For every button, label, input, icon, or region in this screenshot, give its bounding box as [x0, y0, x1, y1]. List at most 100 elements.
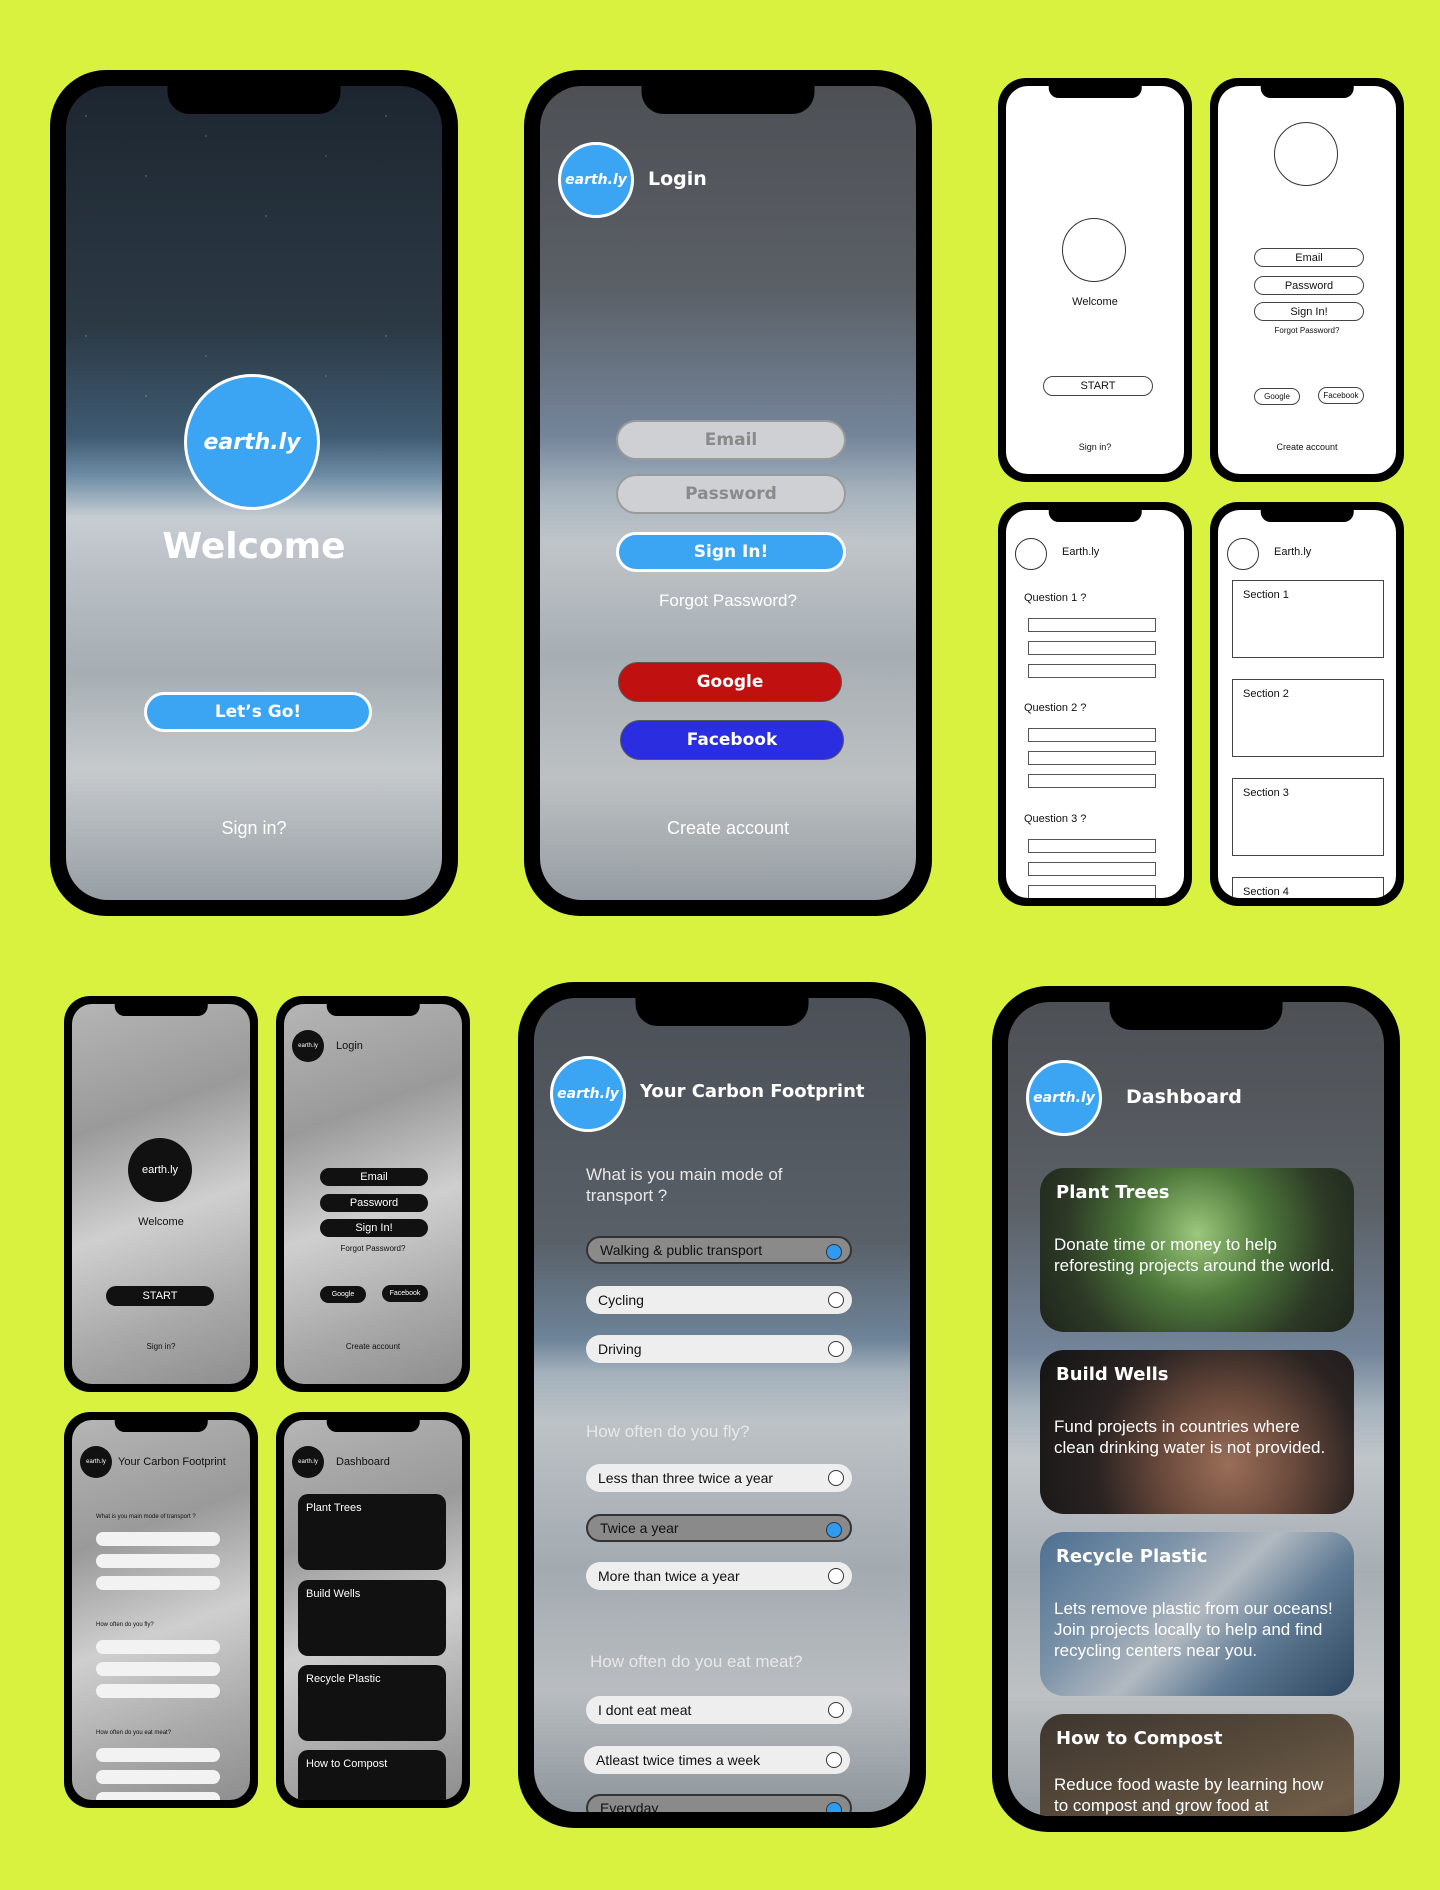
facebook-button[interactable]: Facebook	[1318, 387, 1364, 404]
answer-option[interactable]	[96, 1684, 220, 1698]
start-button[interactable]: START	[106, 1286, 214, 1306]
section-label: Section 4	[1243, 886, 1289, 898]
card-title: Recycle Plastic	[306, 1673, 381, 1685]
question-3: Question 3 ?	[1024, 813, 1087, 825]
notch	[641, 86, 815, 114]
forgot-password-link[interactable]: Forgot Password?	[284, 1244, 462, 1253]
radio[interactable]	[828, 1702, 844, 1718]
option-meat-everyday[interactable]: Everyday	[586, 1794, 852, 1812]
answer-option[interactable]	[96, 1576, 220, 1590]
sign-in-button[interactable]: Sign In!	[320, 1219, 428, 1237]
answer-field[interactable]	[1028, 774, 1156, 788]
radio[interactable]	[828, 1341, 844, 1357]
option-driving[interactable]: Driving	[586, 1335, 852, 1363]
radio[interactable]	[828, 1470, 844, 1486]
wire-phone-login: Email Password Sign In! Forgot Password?…	[1210, 78, 1404, 482]
answer-field[interactable]	[1028, 862, 1156, 876]
dashboard-card[interactable]: Recycle Plastic	[298, 1665, 446, 1741]
logo-placeholder	[1227, 538, 1259, 570]
create-account-link[interactable]: Create account	[284, 1342, 462, 1351]
option-label: Twice a year	[600, 1520, 679, 1536]
answer-option[interactable]	[96, 1532, 220, 1546]
card-title: Plant Trees	[306, 1502, 362, 1514]
logo: earth.ly	[184, 374, 320, 510]
card-compost[interactable]: How to Compost Reduce food waste by lear…	[1040, 1714, 1354, 1816]
email-field[interactable]: Email	[616, 420, 846, 460]
sign-in-link[interactable]: Sign in?	[66, 818, 442, 839]
create-account-link[interactable]: Create account	[540, 818, 916, 839]
answer-field[interactable]	[1028, 728, 1156, 742]
answer-field[interactable]	[1028, 618, 1156, 632]
card-plant-trees[interactable]: Plant Trees Donate time or money to help…	[1040, 1168, 1354, 1332]
option-meat-weekly[interactable]: Atleast twice times a week	[584, 1746, 850, 1774]
login-screen: earth.ly Login Email Password Sign In! F…	[540, 86, 916, 900]
option-label: Everyday	[600, 1800, 659, 1812]
answer-field[interactable]	[1028, 664, 1156, 678]
sign-in-button[interactable]: Sign In!	[616, 532, 846, 572]
radio[interactable]	[826, 1752, 842, 1768]
question-2: Question 2 ?	[1024, 702, 1087, 714]
logo: earth.ly	[128, 1138, 192, 1202]
password-field[interactable]: Password	[616, 474, 846, 514]
answer-option[interactable]	[96, 1554, 220, 1568]
radio-selected[interactable]	[826, 1802, 842, 1812]
notch	[635, 998, 809, 1026]
lets-go-button[interactable]: Let’s Go!	[144, 692, 372, 732]
answer-field[interactable]	[1028, 885, 1156, 898]
sign-in-link[interactable]: Sign in?	[72, 1342, 250, 1351]
email-field[interactable]: Email	[320, 1168, 428, 1186]
sign-in-button[interactable]: Sign In!	[1254, 302, 1364, 321]
sign-in-link[interactable]: Sign in?	[1006, 442, 1184, 452]
option-cycling[interactable]: Cycling	[586, 1286, 852, 1314]
section-card[interactable]: Section 2	[1232, 679, 1384, 757]
answer-field[interactable]	[1028, 751, 1156, 765]
dashboard-card[interactable]: How to Compost	[298, 1750, 446, 1800]
answer-option[interactable]	[96, 1662, 220, 1676]
facebook-button[interactable]: Facebook	[382, 1285, 428, 1302]
forgot-password-link[interactable]: Forgot Password?	[1218, 326, 1396, 335]
section-card[interactable]: Section 3	[1232, 778, 1384, 856]
radio-selected[interactable]	[826, 1522, 842, 1538]
option-no-meat[interactable]: I dont eat meat	[586, 1696, 852, 1724]
answer-option[interactable]	[96, 1748, 220, 1762]
logo-placeholder	[1274, 122, 1338, 186]
email-field[interactable]: Email	[1254, 248, 1364, 267]
section-card[interactable]: Section 4	[1232, 877, 1384, 898]
option-fly-less[interactable]: Less than three twice a year	[586, 1464, 852, 1492]
google-button[interactable]: Google	[618, 662, 842, 702]
option-fly-more[interactable]: More than twice a year	[586, 1562, 852, 1590]
facebook-button[interactable]: Facebook	[620, 720, 844, 760]
card-build-wells[interactable]: Build Wells Fund projects in countries w…	[1040, 1350, 1354, 1514]
start-button[interactable]: START	[1043, 376, 1153, 396]
option-walking[interactable]: Walking & public transport	[586, 1236, 852, 1264]
radio-selected[interactable]	[826, 1244, 842, 1260]
create-account-link[interactable]: Create account	[1218, 442, 1396, 452]
password-field[interactable]: Password	[1254, 276, 1364, 295]
logo: earth.ly	[558, 142, 634, 218]
radio[interactable]	[828, 1292, 844, 1308]
google-button[interactable]: Google	[1254, 388, 1300, 405]
card-title: Plant Trees	[1056, 1182, 1170, 1203]
answer-field[interactable]	[1028, 641, 1156, 655]
option-fly-twice[interactable]: Twice a year	[586, 1514, 852, 1542]
app-title: Earth.ly	[1274, 546, 1312, 558]
card-recycle-plastic[interactable]: Recycle Plastic Lets remove plastic from…	[1040, 1532, 1354, 1696]
section-card[interactable]: Section 1	[1232, 580, 1384, 658]
phone-welcome: earth.ly Welcome Let’s Go! Sign in?	[50, 70, 458, 916]
password-field[interactable]: Password	[320, 1194, 428, 1212]
forgot-password-link[interactable]: Forgot Password?	[540, 591, 916, 611]
option-label: Cycling	[598, 1292, 644, 1308]
question-meat: How often do you eat meat?	[590, 1652, 803, 1671]
answer-option[interactable]	[96, 1770, 220, 1784]
wire-welcome-screen: Welcome START Sign in?	[1006, 86, 1184, 474]
radio[interactable]	[828, 1568, 844, 1584]
answer-field[interactable]	[1028, 839, 1156, 853]
dashboard-card[interactable]: Build Wells	[298, 1580, 446, 1656]
dashboard-card[interactable]: Plant Trees	[298, 1494, 446, 1570]
answer-option[interactable]	[96, 1640, 220, 1654]
gray-quiz-screen: earth.ly Your Carbon Footprint What is y…	[72, 1420, 250, 1800]
google-button[interactable]: Google	[320, 1286, 366, 1303]
login-title: Login	[336, 1040, 363, 1052]
wire-quiz-screen: Earth.ly Question 1 ? Question 2 ? Quest…	[1006, 510, 1184, 898]
answer-option[interactable]	[96, 1792, 220, 1800]
